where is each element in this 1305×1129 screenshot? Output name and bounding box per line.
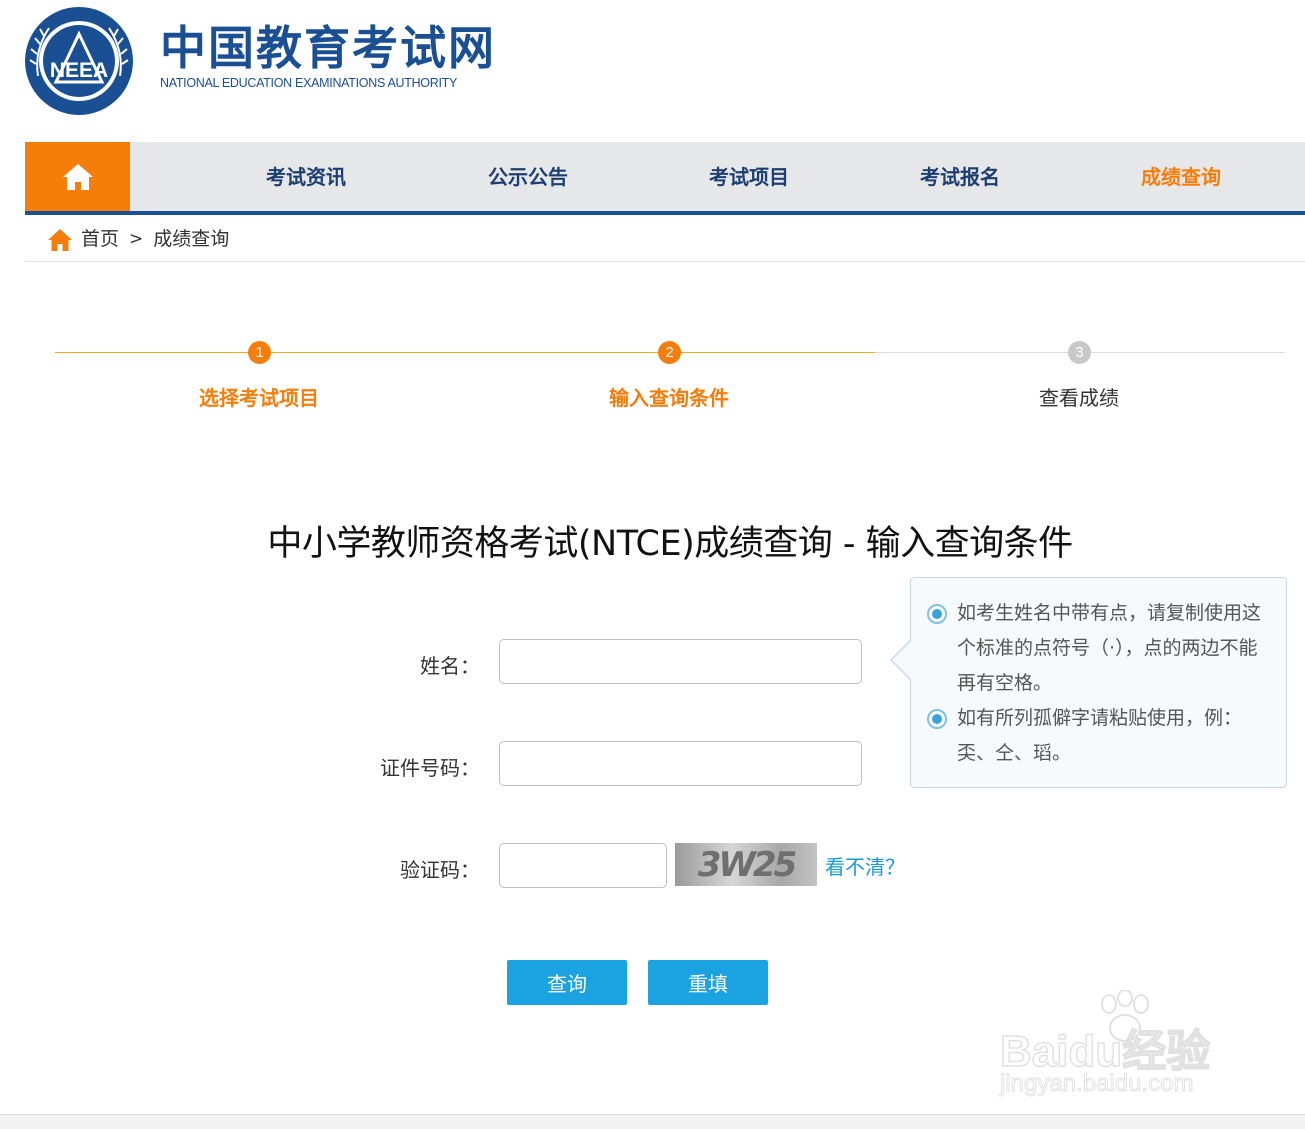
neea-emblem-logo: NEEA [25, 7, 133, 115]
baidu-jingyan-watermark: Baidu经验 jingyan.baidu.com [999, 990, 1240, 1110]
tip-text: 如考生姓名中带有点，请复制使用这个标准的点符号（·），点的两边不能再有空格。 [957, 602, 1262, 694]
tip-arrow-inner [892, 641, 911, 679]
captcha-label: 验证码： [400, 858, 480, 882]
breadcrumb: 首页 > 成绩查询 [25, 224, 1305, 262]
id-number-input[interactable] [499, 741, 862, 786]
step-2-label: 输入查询条件 [609, 386, 729, 410]
nav-item-exam-registration[interactable]: 考试报名 [880, 142, 1040, 211]
step-3-label: 查看成绩 [1039, 386, 1119, 410]
nav-home-button[interactable] [25, 142, 130, 211]
breadcrumb-home-link[interactable]: 首页 [81, 224, 119, 254]
home-icon [62, 163, 93, 190]
nav-item-announcements[interactable]: 公示公告 [448, 142, 608, 211]
radio-bullet-icon [927, 709, 947, 729]
site-logo[interactable]: 中国教育考试网 NATIONAL EDUCATION EXAMINATIONS … [160, 22, 496, 90]
main-nav: 考试资讯 公示公告 考试项目 考试报名 成绩查询 [25, 142, 1305, 215]
nav-item-exam-news[interactable]: 考试资讯 [226, 142, 386, 211]
id-number-label: 证件号码： [380, 756, 480, 780]
watermark-url: jingyan.baidu.com [999, 1070, 1194, 1098]
breadcrumb-current: 成绩查询 [153, 228, 230, 250]
nav-item-exam-projects[interactable]: 考试项目 [669, 142, 829, 211]
tip-text: 如有所列孤僻字请粘贴使用，例：奀、仝、瑫。 [957, 707, 1243, 764]
name-input[interactable] [499, 639, 862, 684]
page-title: 中小学教师资格考试(NTCE)成绩查询 - 输入查询条件 [267, 524, 1073, 564]
step-3-number: 3 [1068, 341, 1091, 364]
captcha-refresh-link[interactable]: 看不清？ [825, 851, 905, 880]
nav-item-score-query[interactable]: 成绩查询 [1101, 142, 1261, 211]
name-label: 姓名： [420, 654, 480, 678]
site-logo-cn: 中国教育考试网 [160, 21, 496, 75]
reset-button[interactable]: 重填 [648, 960, 768, 1005]
radio-bullet-icon [927, 604, 947, 624]
step-1-label: 选择考试项目 [199, 386, 319, 410]
site-logo-en: NATIONAL EDUCATION EXAMINATIONS AUTHORIT… [160, 76, 457, 90]
step-line-complete [55, 352, 875, 353]
step-2-number: 2 [658, 341, 681, 364]
tip-item: 如有所列孤僻字请粘贴使用，例：奀、仝、瑫。 [927, 701, 1272, 771]
captcha-image[interactable]: 3W25 [675, 843, 817, 886]
home-icon [48, 229, 72, 251]
progress-steps: 1 2 3 选择考试项目 输入查询条件 查看成绩 [55, 332, 1285, 422]
step-1-number: 1 [248, 341, 271, 364]
footer-divider [0, 1114, 1305, 1129]
captcha-input[interactable] [499, 843, 667, 888]
query-button[interactable]: 查询 [507, 960, 627, 1005]
breadcrumb-separator: > [129, 229, 144, 249]
svg-text:NEEA: NEEA [50, 59, 108, 82]
tip-box: 如考生姓名中带有点，请复制使用这个标准的点符号（·），点的两边不能再有空格。 如… [910, 577, 1287, 788]
captcha-image-text: 3W25 [697, 844, 797, 885]
tip-item: 如考生姓名中带有点，请复制使用这个标准的点符号（·），点的两边不能再有空格。 [927, 596, 1272, 701]
